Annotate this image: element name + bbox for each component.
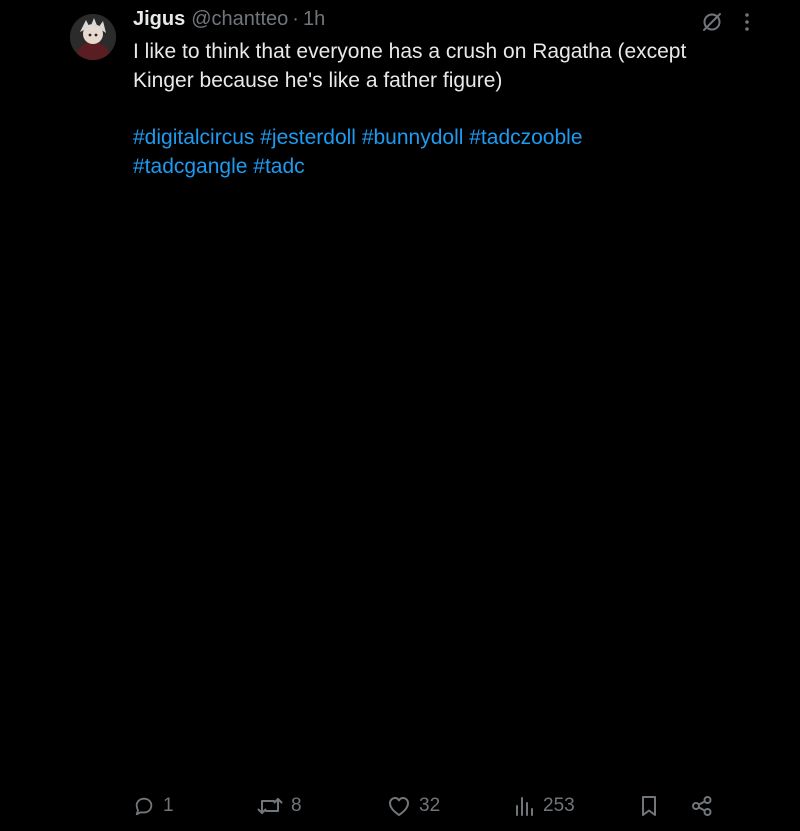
retweet-button[interactable]: 8 — [257, 795, 302, 817]
tweet-text: I like to think that everyone has a crus… — [133, 37, 753, 95]
reply-button[interactable]: 1 — [133, 795, 174, 817]
heart-icon — [389, 797, 409, 816]
avatar[interactable] — [70, 14, 116, 60]
hashtag-link[interactable]: #bunnydoll — [362, 126, 464, 149]
hashtag-link[interactable]: #tadc — [253, 155, 304, 178]
views-count: 253 — [543, 795, 575, 816]
bookmark-icon — [642, 796, 656, 816]
views-icon — [516, 797, 533, 816]
grok-icon[interactable] — [700, 10, 724, 34]
bookmark-button[interactable] — [639, 795, 659, 817]
hashtag-link[interactable]: #jesterdoll — [260, 126, 356, 149]
tweet-text-line: Kinger because he's like a father figure… — [133, 69, 503, 92]
retweet-count: 8 — [291, 795, 302, 816]
tweet[interactable]: Jigus @chantteo · 1h I like to think tha… — [0, 0, 800, 831]
tweet-top-actions — [700, 10, 750, 34]
reply-count: 1 — [163, 795, 174, 816]
action-bar: 1 8 32 253 — [133, 795, 723, 825]
author-name[interactable]: Jigus — [133, 8, 185, 31]
tweet-header: Jigus @chantteo · 1h — [133, 8, 325, 36]
avatar-image — [70, 14, 116, 60]
author-handle[interactable]: @chantteo — [191, 8, 288, 31]
views-button[interactable]: 253 — [513, 795, 575, 817]
hashtag-link[interactable]: #tadcgangle — [133, 155, 247, 178]
retweet-icon — [257, 798, 283, 814]
share-button[interactable] — [691, 795, 713, 817]
timestamp[interactable]: 1h — [303, 8, 325, 31]
more-icon[interactable] — [744, 12, 750, 32]
like-button[interactable]: 32 — [387, 795, 440, 817]
tweet-text-line: I like to think that everyone has a crus… — [133, 40, 687, 63]
hashtag-link[interactable]: #digitalcircus — [133, 126, 254, 149]
like-count: 32 — [419, 795, 441, 816]
hashtag-link[interactable]: #tadczooble — [469, 126, 582, 149]
hashtag-list: #digitalcircus #jesterdoll #bunnydoll #t… — [133, 123, 753, 181]
reply-icon — [135, 797, 153, 816]
header-separator: · — [292, 8, 299, 30]
share-icon — [692, 796, 712, 816]
